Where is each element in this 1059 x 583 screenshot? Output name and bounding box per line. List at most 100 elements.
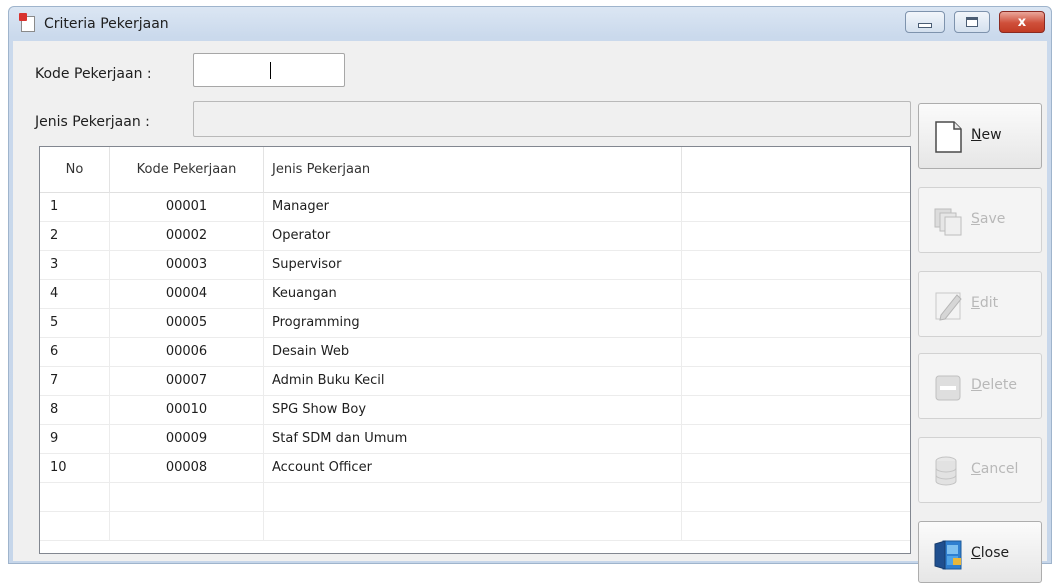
table-row[interactable]: 2 00002 Operator xyxy=(40,222,910,251)
maximize-icon xyxy=(966,17,978,27)
column-header-no[interactable]: No xyxy=(40,147,110,193)
cell-jenis xyxy=(264,483,682,511)
cell-kode xyxy=(110,483,264,511)
cell-filler xyxy=(682,280,912,308)
cell-kode: 00010 xyxy=(110,396,264,424)
delete-button-label: Delete xyxy=(971,377,1017,393)
minimize-icon xyxy=(918,22,932,28)
cancel-button-label: Cancel xyxy=(971,461,1019,477)
cell-jenis: Programming xyxy=(264,309,682,337)
column-header-kode[interactable]: Kode Pekerjaan xyxy=(110,147,264,193)
maximize-button[interactable] xyxy=(954,11,990,33)
close-window-button[interactable]: x xyxy=(999,11,1045,33)
cell-jenis: Operator xyxy=(264,222,682,250)
cell-jenis xyxy=(264,512,682,540)
edit-button[interactable]: Edit xyxy=(918,271,1042,337)
column-header-jenis[interactable]: Jenis Pekerjaan xyxy=(264,147,682,193)
save-copy-icon xyxy=(934,208,962,236)
cell-filler xyxy=(682,425,912,453)
cell-jenis: SPG Show Boy xyxy=(264,396,682,424)
table-row[interactable]: 5 00005 Programming xyxy=(40,309,910,338)
new-document-icon xyxy=(935,121,962,153)
cell-kode: 00004 xyxy=(110,280,264,308)
exit-door-icon xyxy=(934,540,962,570)
cancel-button[interactable]: Cancel xyxy=(918,437,1042,503)
cell-jenis: Staf SDM dan Umum xyxy=(264,425,682,453)
cell-filler xyxy=(682,251,912,279)
cell-kode: 00002 xyxy=(110,222,264,250)
cell-kode: 00007 xyxy=(110,367,264,395)
cell-filler xyxy=(682,193,912,221)
cell-filler xyxy=(682,367,912,395)
window: Criteria Pekerjaan x Kode Pekerjaan : Je… xyxy=(8,6,1052,583)
cell-no xyxy=(40,483,110,511)
cell-no: 3 xyxy=(40,251,110,279)
kode-pekerjaan-input[interactable] xyxy=(193,53,345,87)
cell-filler xyxy=(682,309,912,337)
pekerjaan-grid[interactable]: No Kode Pekerjaan Jenis Pekerjaan 1 00001… xyxy=(39,146,911,554)
cell-no: 9 xyxy=(40,425,110,453)
table-row[interactable]: 7 00007 Admin Buku Kecil xyxy=(40,367,910,396)
cell-kode: 00008 xyxy=(110,454,264,482)
cell-kode: 00006 xyxy=(110,338,264,366)
cell-filler xyxy=(682,222,912,250)
edit-button-label: Edit xyxy=(971,295,999,311)
title-bar[interactable]: Criteria Pekerjaan x xyxy=(9,7,1051,41)
cell-no: 1 xyxy=(40,193,110,221)
edit-pencil-icon xyxy=(935,292,962,321)
empty-table-row[interactable] xyxy=(40,512,910,541)
jenis-pekerjaan-input[interactable] xyxy=(193,101,911,137)
window-title: Criteria Pekerjaan xyxy=(44,16,169,32)
cell-kode: 00005 xyxy=(110,309,264,337)
cell-jenis: Manager xyxy=(264,193,682,221)
new-button[interactable]: New xyxy=(918,103,1042,169)
table-row[interactable]: 4 00004 Keuangan xyxy=(40,280,910,309)
cell-filler xyxy=(682,483,912,511)
minimize-button[interactable] xyxy=(905,11,945,33)
close-button[interactable]: Close xyxy=(918,521,1042,583)
cell-jenis: Keuangan xyxy=(264,280,682,308)
app-icon xyxy=(19,13,35,32)
save-button-label: Save xyxy=(971,211,1006,227)
delete-minus-icon xyxy=(935,375,961,401)
cell-no: 2 xyxy=(40,222,110,250)
client-area: Kode Pekerjaan : Jenis Pekerjaan : No Ko… xyxy=(13,41,1047,583)
grid-header: No Kode Pekerjaan Jenis Pekerjaan xyxy=(40,147,910,193)
text-caret xyxy=(270,62,271,79)
cell-kode: 00009 xyxy=(110,425,264,453)
table-row[interactable]: 6 00006 Desain Web xyxy=(40,338,910,367)
cell-no: 5 xyxy=(40,309,110,337)
close-button-label: Close xyxy=(971,545,1010,561)
table-row[interactable]: 10 00008 Account Officer xyxy=(40,454,910,483)
cell-no: 6 xyxy=(40,338,110,366)
column-header-filler xyxy=(682,147,912,193)
table-row[interactable]: 8 00010 SPG Show Boy xyxy=(40,396,910,425)
cell-jenis: Admin Buku Kecil xyxy=(264,367,682,395)
save-button[interactable]: Save xyxy=(918,187,1042,253)
cell-filler xyxy=(682,396,912,424)
cell-filler xyxy=(682,454,912,482)
cell-no xyxy=(40,512,110,540)
cell-kode xyxy=(110,512,264,540)
cancel-database-icon xyxy=(935,456,957,486)
cell-filler xyxy=(682,338,912,366)
empty-table-row[interactable] xyxy=(40,483,910,512)
table-row[interactable]: 1 00001 Manager xyxy=(40,193,910,222)
cell-kode: 00003 xyxy=(110,251,264,279)
cell-no: 8 xyxy=(40,396,110,424)
table-row[interactable]: 9 00009 Staf SDM dan Umum xyxy=(40,425,910,454)
jenis-pekerjaan-label: Jenis Pekerjaan : xyxy=(35,114,150,130)
cell-jenis: Supervisor xyxy=(264,251,682,279)
cell-kode: 00001 xyxy=(110,193,264,221)
table-row[interactable]: 3 00003 Supervisor xyxy=(40,251,910,280)
kode-pekerjaan-label: Kode Pekerjaan : xyxy=(35,66,152,82)
delete-button[interactable]: Delete xyxy=(918,353,1042,419)
close-icon: x xyxy=(1017,14,1027,30)
new-button-label: New xyxy=(971,127,1002,143)
cell-no: 10 xyxy=(40,454,110,482)
cell-filler xyxy=(682,512,912,540)
cell-no: 4 xyxy=(40,280,110,308)
cell-jenis: Desain Web xyxy=(264,338,682,366)
cell-no: 7 xyxy=(40,367,110,395)
cell-jenis: Account Officer xyxy=(264,454,682,482)
